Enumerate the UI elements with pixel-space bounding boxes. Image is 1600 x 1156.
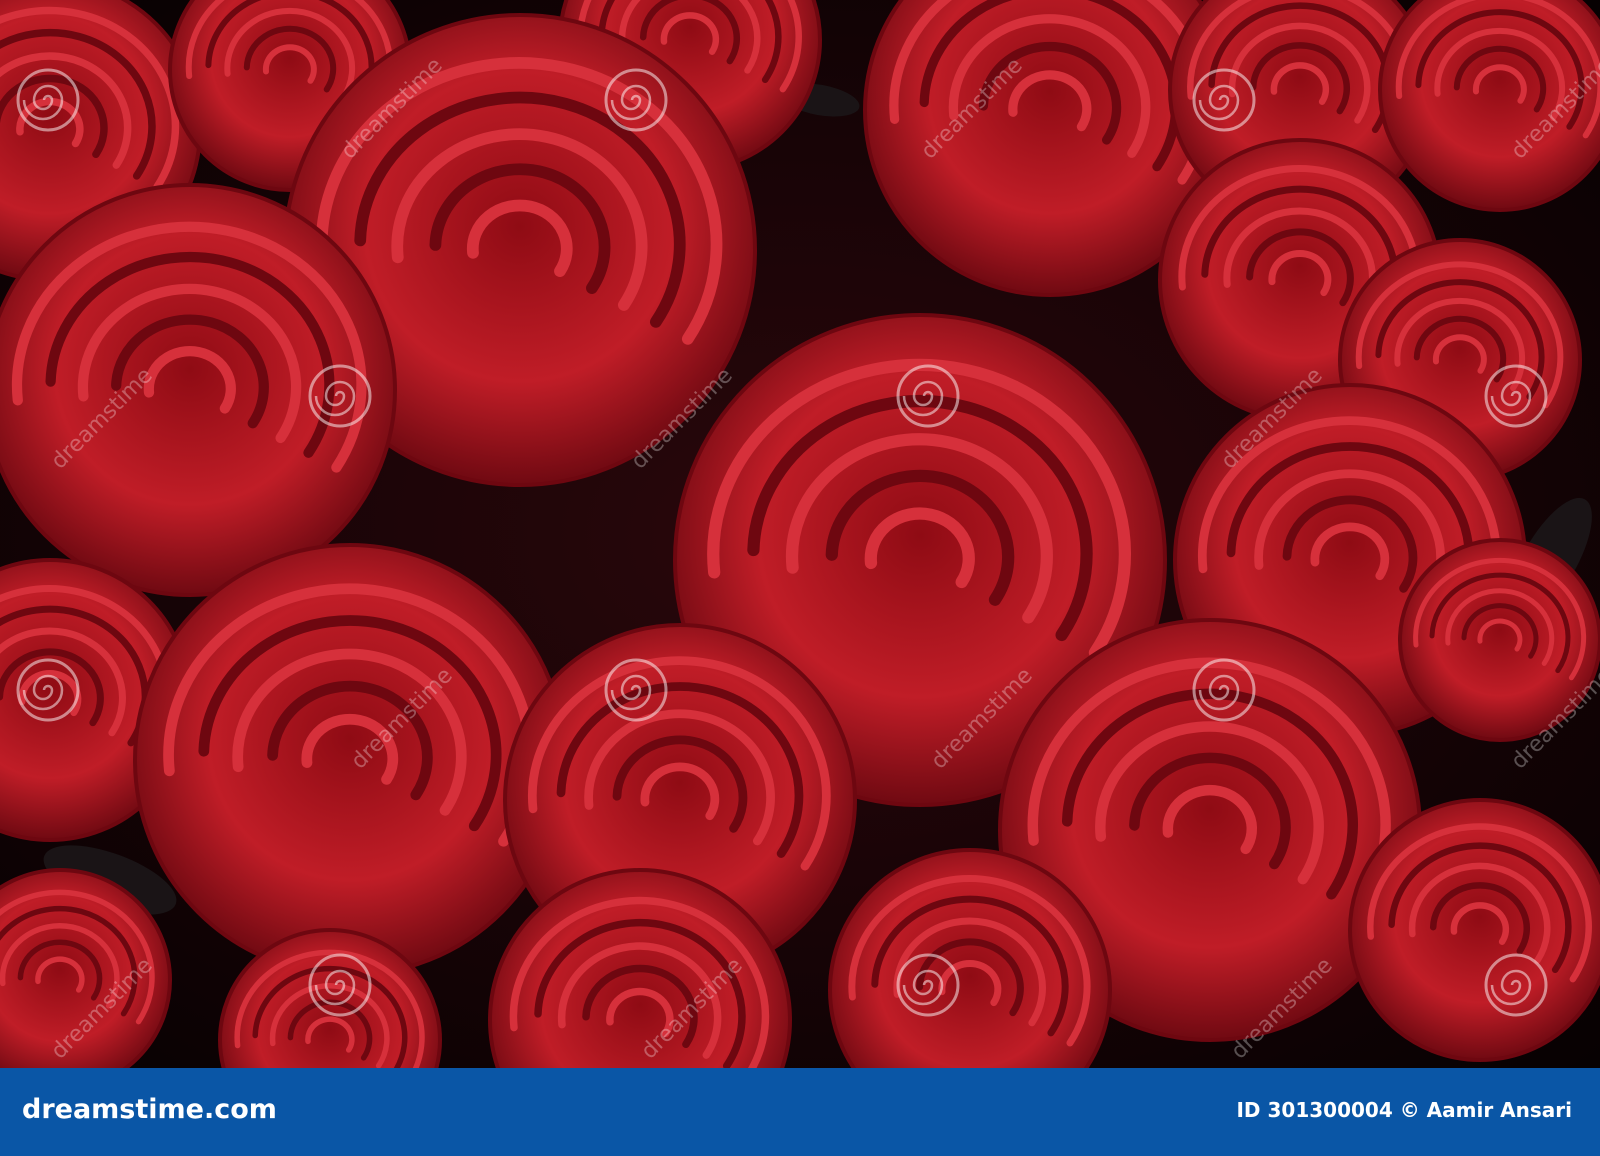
rose	[1348, 798, 1600, 1062]
rose-photo: dreamstime dreamstime dreamstime dreamstime…	[0, 0, 1600, 1068]
stock-photo-page: dreamstime dreamstime dreamstime dreamstime…	[0, 0, 1600, 1156]
footer-bar: dreamstime.com ID 301300004 © Aamir Ansa…	[0, 1068, 1600, 1156]
image-credit: ID 301300004 © Aamir Ansari	[1236, 1098, 1572, 1122]
footer-brand[interactable]: dreamstime.com	[22, 1094, 277, 1125]
rose	[0, 183, 397, 597]
rose-photo-illustration: dreamstime dreamstime dreamstimedreamstime…	[0, 0, 1600, 1068]
